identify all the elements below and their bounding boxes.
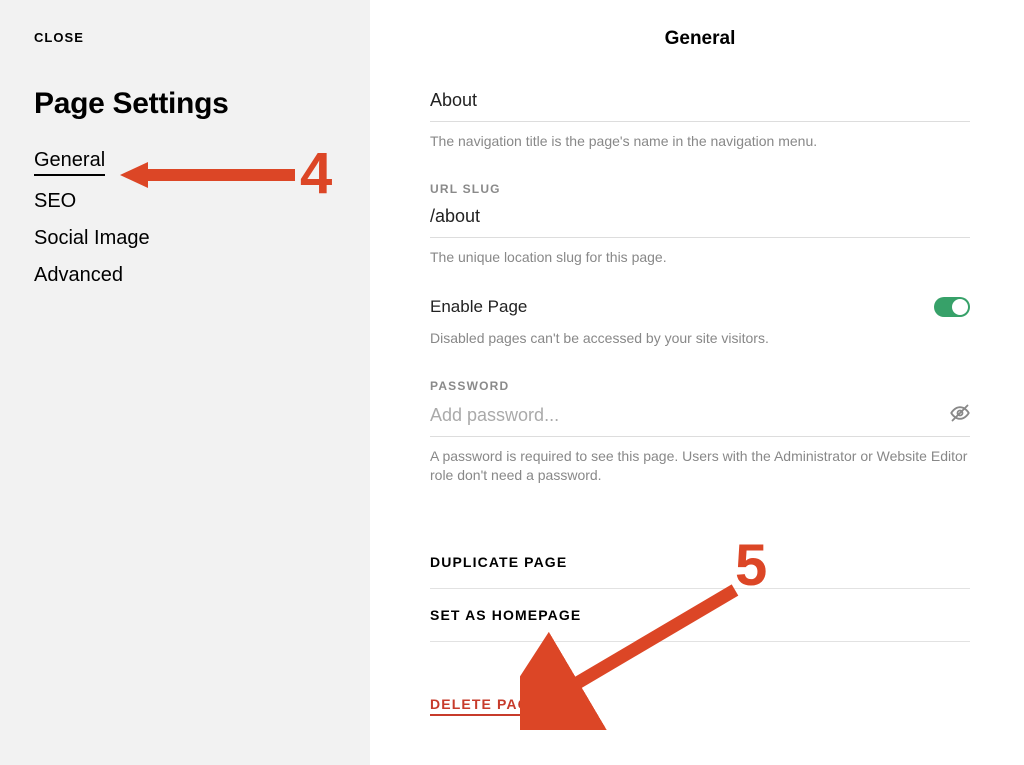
duplicate-page-button[interactable]: DUPLICATE PAGE: [430, 536, 970, 589]
password-label: PASSWORD: [430, 379, 970, 393]
sidebar-item-general[interactable]: General: [34, 149, 105, 176]
annotation-number-5: 5: [735, 532, 767, 599]
sidebar: CLOSE Page Settings General SEO Social I…: [0, 0, 370, 765]
annotation-number-4: 4: [300, 140, 332, 207]
password-input[interactable]: [430, 405, 950, 426]
sidebar-item-seo[interactable]: SEO: [34, 190, 76, 213]
set-homepage-button[interactable]: SET AS HOMEPAGE: [430, 589, 970, 642]
sidebar-item-advanced[interactable]: Advanced: [34, 264, 123, 287]
password-hint: A password is required to see this page.…: [430, 447, 970, 486]
nav-title-field: About The navigation title is the page's…: [430, 90, 970, 152]
url-slug-hint: The unique location slug for this page.: [430, 248, 970, 268]
nav-title-hint: The navigation title is the page's name …: [430, 132, 970, 152]
page-settings-title: Page Settings: [34, 87, 336, 121]
url-slug-label: URL SLUG: [430, 182, 970, 196]
password-field: PASSWORD A password is required to see t…: [430, 379, 970, 486]
enable-page-field: Enable Page Disabled pages can't be acce…: [430, 297, 970, 349]
nav-title-input[interactable]: About: [430, 90, 970, 122]
page-actions: DUPLICATE PAGE SET AS HOMEPAGE DELETE PA…: [430, 536, 970, 734]
enable-page-toggle[interactable]: [934, 297, 970, 317]
delete-page-button[interactable]: DELETE PAGE: [430, 678, 540, 716]
panel-title: General: [430, 28, 970, 50]
enable-page-label: Enable Page: [430, 297, 527, 317]
enable-page-hint: Disabled pages can't be accessed by your…: [430, 329, 970, 349]
url-slug-input[interactable]: /about: [430, 206, 970, 238]
sidebar-item-social-image[interactable]: Social Image: [34, 227, 150, 250]
main-panel: General About The navigation title is th…: [370, 0, 1024, 765]
url-slug-field: URL SLUG /about The unique location slug…: [430, 182, 970, 268]
close-button[interactable]: CLOSE: [34, 30, 336, 45]
eye-off-icon[interactable]: [950, 403, 970, 428]
